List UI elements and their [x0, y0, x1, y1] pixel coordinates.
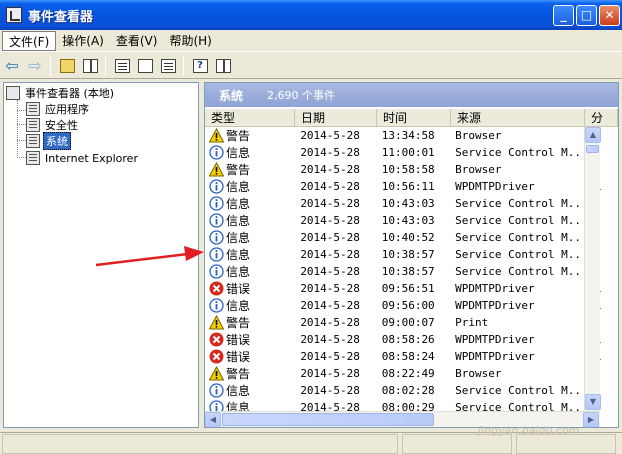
- status-cell-tertiary: [516, 434, 616, 454]
- annotation-arrow: [95, 246, 204, 267]
- watermark: jingyan.baidu.com: [478, 424, 580, 437]
- status-cell-main: [2, 434, 398, 454]
- annotation-arrow-head: [184, 246, 204, 261]
- status-cell-secondary: [402, 434, 512, 454]
- annotation-arrow-shaft: [95, 252, 189, 267]
